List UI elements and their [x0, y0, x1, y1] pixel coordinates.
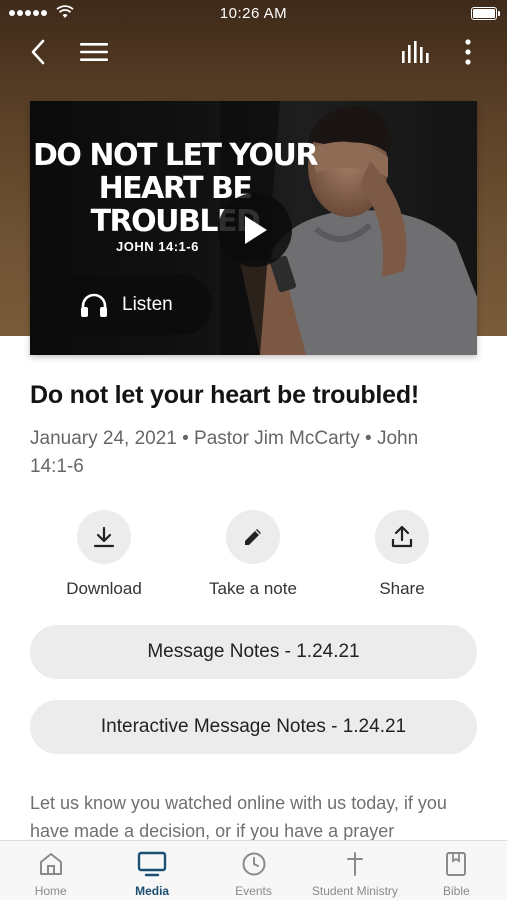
- share-circle: [375, 510, 429, 564]
- bible-icon: [446, 852, 467, 876]
- message-notes-button[interactable]: Message Notes - 1.24.21: [30, 625, 477, 679]
- tab-media[interactable]: Media: [101, 841, 202, 900]
- take-note-label: Take a note: [209, 579, 297, 598]
- status-time: 10:26 AM: [219, 5, 288, 22]
- download-icon: [93, 526, 115, 548]
- share-button[interactable]: Share: [332, 510, 472, 599]
- clock-icon: [242, 852, 266, 876]
- tab-bible-label: Bible: [442, 884, 470, 898]
- headphones-icon: [81, 293, 107, 317]
- home-icon: [39, 853, 62, 875]
- sermon-meta: January 24, 2021 • Pastor Jim McCarty • …: [30, 428, 419, 477]
- listen-label: Listen: [122, 294, 173, 315]
- battery-icon: [471, 7, 500, 20]
- tab-events[interactable]: Events: [203, 841, 304, 900]
- take-note-button[interactable]: Take a note: [183, 510, 323, 599]
- share-icon: [391, 525, 413, 548]
- tab-home[interactable]: Home: [0, 841, 101, 900]
- download-label: Download: [66, 579, 142, 598]
- audio-bars-icon: [402, 41, 429, 63]
- download-circle: [77, 510, 131, 564]
- play-icon: [245, 216, 267, 244]
- more-vertical-icon: [465, 39, 471, 65]
- share-label: Share: [379, 579, 425, 598]
- hamburger-icon: [80, 43, 108, 61]
- tab-bible[interactable]: Bible: [406, 841, 507, 900]
- description-text: Let us know you watched online with us t…: [30, 793, 447, 841]
- video-player[interactable]: Do not let your heart be troubled JOHN 1…: [30, 101, 477, 355]
- status-bar: 10:26 AM: [0, 0, 507, 28]
- audio-bars-button[interactable]: [396, 34, 434, 70]
- tab-events-label: Events: [235, 884, 272, 898]
- listen-button[interactable]: Listen: [52, 275, 212, 335]
- tab-student-ministry-label: Student Ministry: [311, 884, 398, 898]
- tab-bar: Home Media Events Student Ministry Bible: [0, 840, 507, 900]
- take-note-circle: [226, 510, 280, 564]
- chevron-left-icon: [31, 39, 45, 65]
- tab-home-label: Home: [34, 884, 67, 898]
- tab-student-ministry[interactable]: Student Ministry: [304, 841, 405, 900]
- download-button[interactable]: Download: [34, 510, 174, 599]
- more-options-button[interactable]: [454, 34, 482, 70]
- pencil-icon: [245, 529, 261, 545]
- play-button[interactable]: [218, 193, 292, 267]
- back-button[interactable]: [22, 34, 54, 70]
- tv-icon: [137, 851, 167, 877]
- interactive-message-notes-button[interactable]: Interactive Message Notes - 1.24.21: [30, 700, 477, 754]
- sermon-title: Do not let your heart be troubled!: [30, 381, 420, 409]
- menu-button[interactable]: [76, 34, 112, 70]
- thumbnail-reference: JOHN 14:1-6: [116, 239, 199, 254]
- tab-media-label: Media: [135, 884, 170, 898]
- cross-icon: [346, 852, 363, 876]
